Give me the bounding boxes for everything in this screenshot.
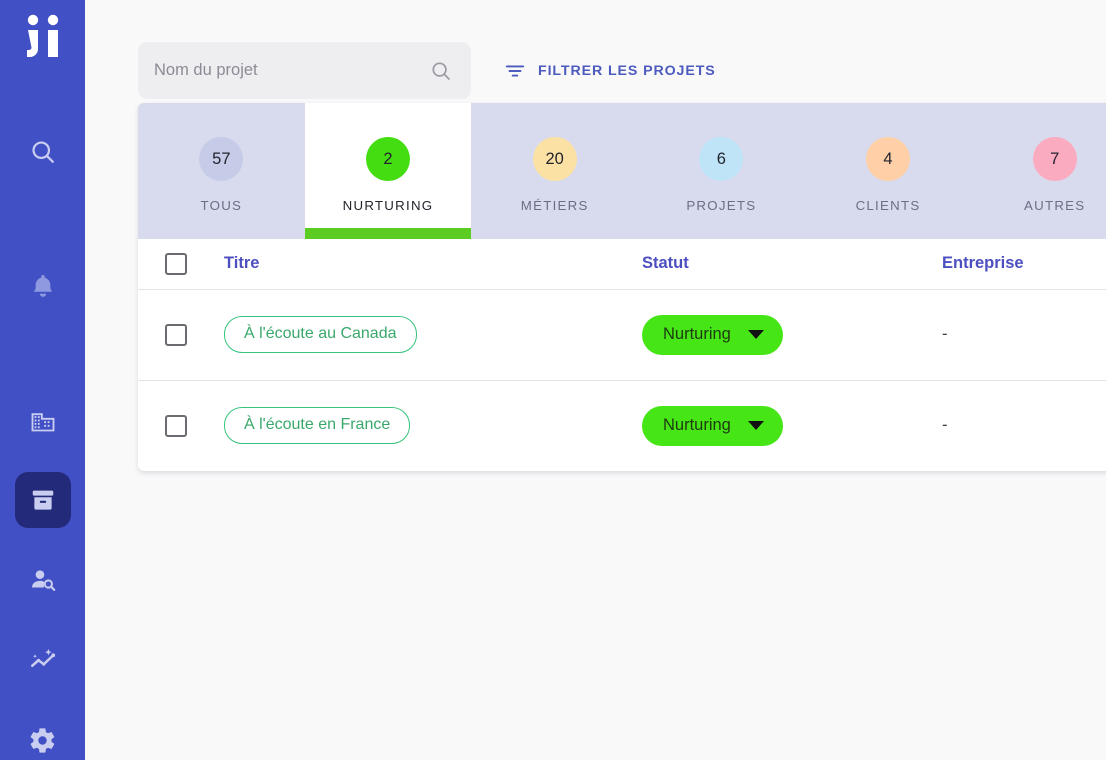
status-label: Nurturing bbox=[663, 416, 731, 435]
search-box[interactable] bbox=[138, 42, 471, 99]
tab-badge-tous: 57 bbox=[199, 137, 243, 181]
filter-icon bbox=[504, 60, 526, 82]
search-input[interactable] bbox=[154, 61, 429, 80]
tab-label-tous: TOUS bbox=[200, 198, 242, 213]
sidebar-item-projects[interactable] bbox=[15, 472, 71, 528]
row-checkbox[interactable] bbox=[165, 415, 187, 437]
row-checkbox[interactable] bbox=[165, 324, 187, 346]
table-head: Titre Statut Entreprise bbox=[138, 239, 1106, 289]
sidebar-item-search[interactable] bbox=[15, 124, 71, 180]
filter-projects-label: FILTRER LES PROJETS bbox=[538, 63, 716, 79]
main-content: FILTRER LES PROJETS 57 TOUS 2 NURTURING … bbox=[85, 0, 1106, 760]
tab-badge-metiers: 20 bbox=[533, 137, 577, 181]
row-select-cell bbox=[138, 380, 224, 471]
sidebar-nav bbox=[15, 124, 71, 760]
sidebar-item-analytics[interactable] bbox=[15, 632, 71, 688]
row-status-cell: Nurturing bbox=[642, 380, 942, 471]
status-dropdown[interactable]: Nurturing bbox=[642, 315, 783, 355]
toolbar: FILTRER LES PROJETS bbox=[138, 42, 716, 99]
gear-icon bbox=[28, 726, 57, 755]
tab-projets[interactable]: 6 PROJETS bbox=[638, 103, 805, 239]
table-row[interactable]: À l'écoute en France Nurturing - bbox=[138, 380, 1106, 471]
status-dropdown[interactable]: Nurturing bbox=[642, 406, 783, 446]
projects-table: Titre Statut Entreprise À l'écoute au Ca… bbox=[138, 239, 1106, 471]
status-label: Nurturing bbox=[663, 325, 731, 344]
tab-badge-projets: 6 bbox=[699, 137, 743, 181]
project-title-tag[interactable]: À l'écoute en France bbox=[224, 407, 410, 444]
search-icon bbox=[29, 138, 57, 166]
company-value: - bbox=[942, 325, 948, 343]
app-logo[interactable] bbox=[14, 14, 72, 58]
chevron-down-icon bbox=[748, 330, 764, 339]
row-company-cell: - bbox=[942, 380, 1106, 471]
row-company-cell: - bbox=[942, 289, 1106, 380]
filter-projects-button[interactable]: FILTRER LES PROJETS bbox=[504, 60, 716, 82]
tab-label-autres: AUTRES bbox=[1024, 198, 1085, 213]
search-icon[interactable] bbox=[429, 59, 453, 83]
tab-metiers[interactable]: 20 MÉTIERS bbox=[471, 103, 638, 239]
tabs-bar: 57 TOUS 2 NURTURING 20 MÉTIERS 6 PROJETS… bbox=[138, 103, 1106, 239]
table-header-row: Titre Statut Entreprise bbox=[138, 239, 1106, 289]
projects-card: 57 TOUS 2 NURTURING 20 MÉTIERS 6 PROJETS… bbox=[138, 103, 1106, 471]
tab-tous[interactable]: 57 TOUS bbox=[138, 103, 305, 239]
header-entreprise[interactable]: Entreprise bbox=[942, 239, 1106, 289]
table-row[interactable]: À l'écoute au Canada Nurturing - bbox=[138, 289, 1106, 380]
tab-nurturing[interactable]: 2 NURTURING bbox=[305, 103, 472, 239]
building-icon bbox=[29, 406, 57, 434]
tab-badge-autres: 7 bbox=[1033, 137, 1077, 181]
sidebar-item-settings[interactable] bbox=[15, 712, 71, 760]
sidebar-item-candidates[interactable] bbox=[15, 552, 71, 608]
project-title-tag[interactable]: À l'écoute au Canada bbox=[224, 316, 417, 353]
header-statut[interactable]: Statut bbox=[642, 239, 942, 289]
tab-clients[interactable]: 4 CLIENTS bbox=[805, 103, 972, 239]
archive-icon bbox=[29, 486, 57, 514]
table-body: À l'écoute au Canada Nurturing - bbox=[138, 289, 1106, 471]
user-search-icon bbox=[29, 566, 57, 594]
header-select-all bbox=[138, 239, 224, 289]
tab-label-clients: CLIENTS bbox=[856, 198, 921, 213]
tab-badge-nurturing: 2 bbox=[366, 137, 410, 181]
tab-label-projets: PROJETS bbox=[686, 198, 756, 213]
app-root: FILTRER LES PROJETS 57 TOUS 2 NURTURING … bbox=[0, 0, 1106, 760]
select-all-checkbox[interactable] bbox=[165, 253, 187, 275]
row-title-cell: À l'écoute au Canada bbox=[224, 289, 642, 380]
tab-autres[interactable]: 7 AUTRES bbox=[971, 103, 1106, 239]
sidebar-item-companies[interactable] bbox=[15, 392, 71, 448]
header-titre[interactable]: Titre bbox=[224, 239, 642, 289]
company-value: - bbox=[942, 416, 948, 434]
sidebar bbox=[0, 0, 85, 760]
tab-label-metiers: MÉTIERS bbox=[521, 198, 589, 213]
row-select-cell bbox=[138, 289, 224, 380]
sidebar-item-notifications[interactable] bbox=[15, 258, 71, 314]
tab-badge-clients: 4 bbox=[866, 137, 910, 181]
row-status-cell: Nurturing bbox=[642, 289, 942, 380]
row-title-cell: À l'écoute en France bbox=[224, 380, 642, 471]
analytics-icon bbox=[28, 645, 58, 675]
chevron-down-icon bbox=[748, 421, 764, 430]
bell-icon bbox=[29, 272, 57, 300]
tab-label-nurturing: NURTURING bbox=[343, 198, 434, 213]
